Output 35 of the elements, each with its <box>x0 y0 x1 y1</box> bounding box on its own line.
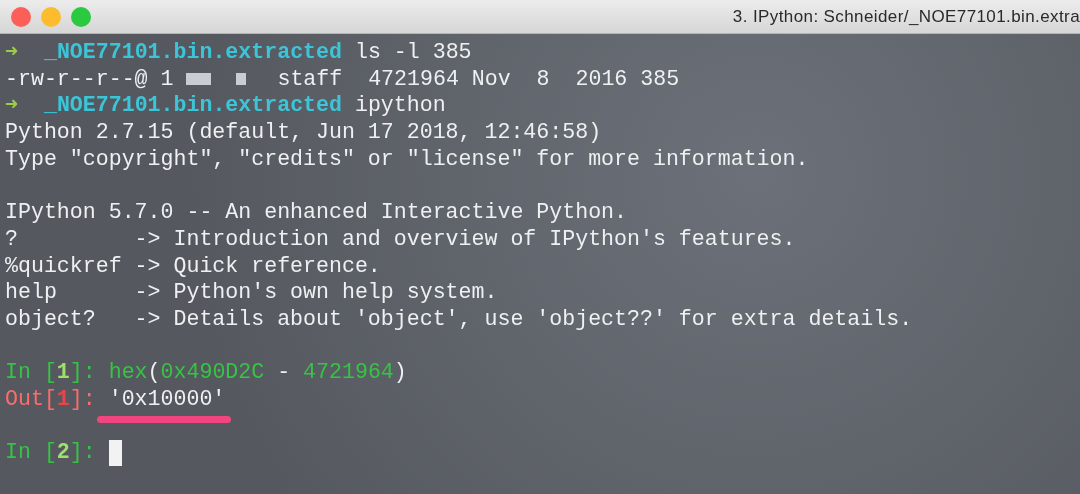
input-prompt: In [ <box>5 439 57 466</box>
text-cursor <box>108 439 122 466</box>
terminal-text: ( <box>147 359 161 386</box>
terminal-text: ? -> Introduction and overview of IPython's features. <box>5 225 796 253</box>
terminal-text: - <box>276 359 292 386</box>
terminal-text: IPython 5.7.0 -- An enhanced Interactive Python. <box>5 199 627 226</box>
zoom-button[interactable] <box>71 6 91 27</box>
output-prompt: Out[ <box>5 385 57 413</box>
terminal-text: Type "copyright", "credits" or "license" for more information. <box>5 145 809 173</box>
terminal-text: ) <box>393 359 407 386</box>
input-prompt: 0x490D2C <box>160 359 265 386</box>
input-prompt: ]: <box>69 439 97 466</box>
prompt-arrow: ➜ <box>5 92 18 120</box>
terminal-text: Python 2.7.15 (default, Jun 17 2018, 12:46:58) <box>5 119 602 146</box>
terminal-text: staff 4721964 Nov 8 2016 385 <box>277 65 680 93</box>
terminal-text: '0x10000' <box>108 386 226 411</box>
terminal-text: ipython <box>353 92 446 120</box>
prompt-number: 1 <box>56 385 70 413</box>
input-prompt: In [ <box>5 359 57 386</box>
prompt-number: 2 <box>56 439 70 466</box>
prompt-arrow: ➜ <box>5 39 18 66</box>
terminal-text: object? -> Details about 'object', use 'object??' for extra details. <box>5 305 913 333</box>
input-prompt: ]: hex <box>69 359 148 386</box>
prompt-number: 1 <box>56 359 70 386</box>
minimize-button[interactable] <box>41 6 61 27</box>
output-prompt: ]: <box>69 385 97 413</box>
directory-name: _NOE77101.bin.extracted <box>42 39 342 66</box>
close-button[interactable] <box>11 6 31 27</box>
input-prompt: 4721964 <box>303 359 394 386</box>
directory-name: _NOE77101.bin.extracted <box>42 92 342 120</box>
window-title: 3. IPython: Schneider/_NOE77101.bin.extra <box>732 6 1080 27</box>
terminal-text: help -> Python's own help system. <box>5 279 498 306</box>
terminal-text: ls -l 385 <box>353 39 472 66</box>
terminal-text: -rw-r--r--@ 1 <box>5 65 175 93</box>
terminal-text: %quickref -> Quick reference. <box>5 252 381 280</box>
